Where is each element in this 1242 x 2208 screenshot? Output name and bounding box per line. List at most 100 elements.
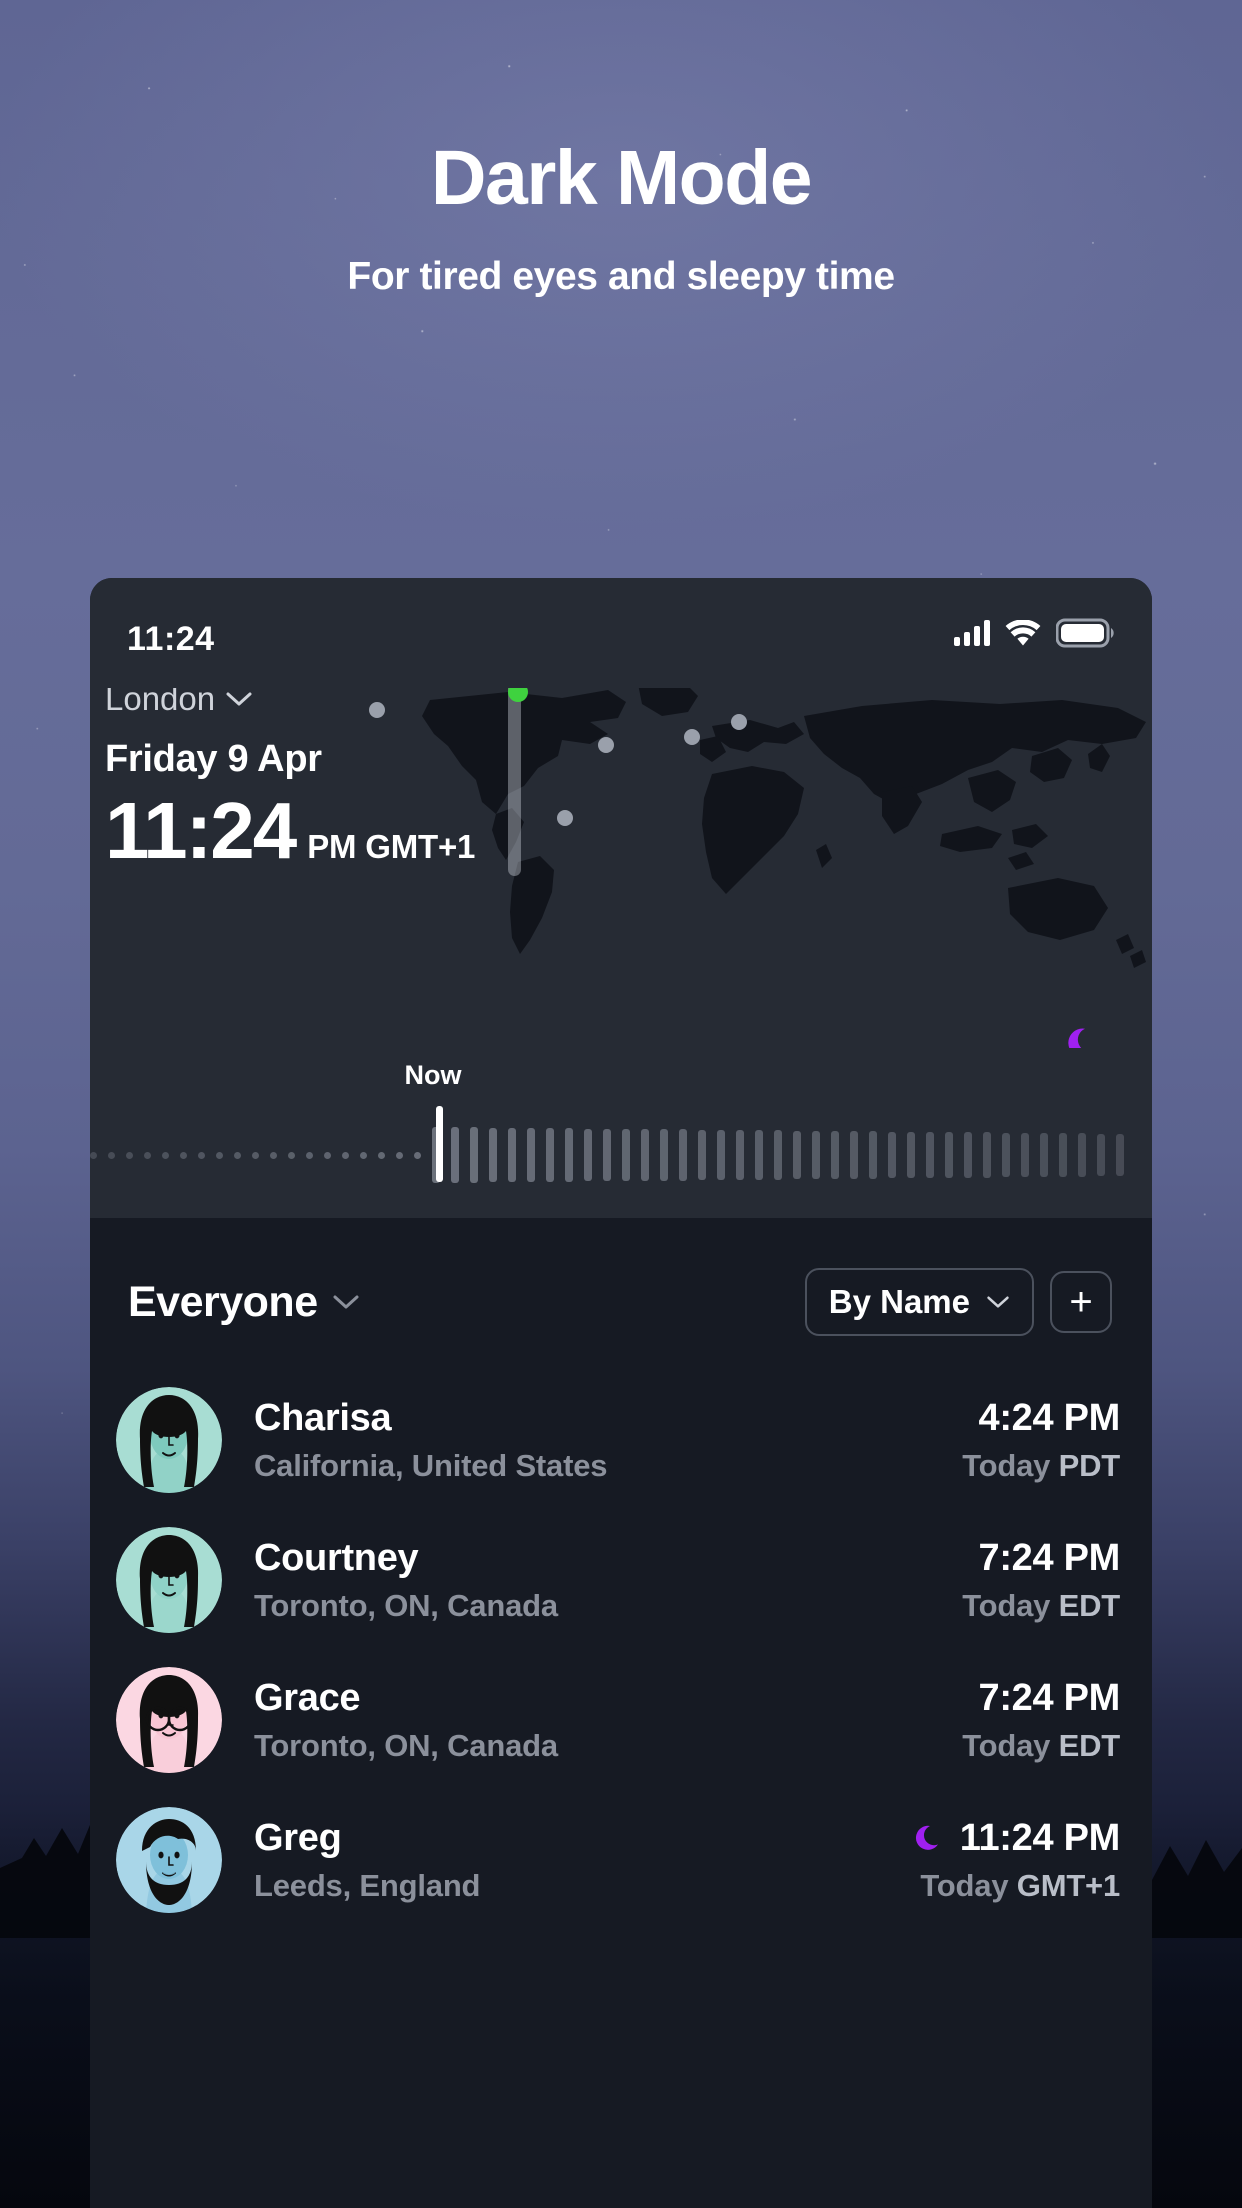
ruler-tick-past: [144, 1151, 151, 1159]
ruler-tick-future: [774, 1130, 782, 1180]
contact-identity: Grace Toronto, ON, Canada: [254, 1677, 962, 1764]
contact-name: Greg: [254, 1816, 342, 1859]
ruler-tick-past: [324, 1151, 331, 1159]
avatar-charisa: [116, 1387, 222, 1493]
beijing-marker[interactable]: [684, 729, 700, 745]
group-label: Everyone: [128, 1277, 318, 1326]
ruler-tick-past: [306, 1151, 313, 1159]
ruler-tick-future: [698, 1129, 706, 1181]
contact-place: Toronto, ON, Canada: [254, 1587, 558, 1623]
status-bar-icons: [954, 618, 1116, 648]
contact-row[interactable]: Courtney Toronto, ON, Canada 7:24 PM Tod…: [90, 1510, 1152, 1650]
contacts-section: Everyone By Name + Charisa California, U…: [90, 1218, 1152, 1930]
time-scrubber[interactable]: Now: [90, 1048, 1152, 1218]
phone-screenshot-card: 11:24 London Friday 9 Apr 11:24 PM GMT+1…: [90, 578, 1152, 2208]
contact-time-line: 4:24 PM: [962, 1397, 1120, 1440]
ruler-tick-past: [252, 1151, 259, 1159]
contact-time-block: 4:24 PM Today PDT: [962, 1397, 1120, 1484]
ruler-tick-future: [926, 1131, 934, 1179]
contact-time-block: 11:24 PM Today GMT+1: [914, 1817, 1120, 1904]
city-selector[interactable]: London: [105, 688, 475, 718]
contact-time-block: 7:24 PM Today EDT: [962, 1537, 1120, 1624]
ruler-tick-future: [660, 1129, 668, 1181]
ruler-tick-future: [603, 1128, 611, 1182]
sort-button[interactable]: By Name: [804, 1268, 1034, 1336]
cape-town-marker[interactable]: [557, 810, 573, 826]
ruler-tick-future: [869, 1131, 877, 1179]
ruler-tick-past: [180, 1151, 187, 1159]
ruler-tick-future: [1059, 1133, 1067, 1177]
ruler-tick-past: [360, 1151, 367, 1159]
status-bar-time: 11:24: [127, 620, 215, 658]
ruler-tick-future: [508, 1127, 516, 1183]
contact-time-line: 7:24 PM: [962, 1677, 1120, 1720]
add-contact-button[interactable]: +: [1050, 1271, 1112, 1333]
ruler-tick-past: [342, 1151, 349, 1159]
ruler-tick-future: [679, 1129, 687, 1181]
local-time: 11:24: [105, 786, 297, 875]
contact-zone: Today EDT: [962, 1727, 1120, 1763]
contact-row[interactable]: Charisa California, United States 4:24 P…: [90, 1370, 1152, 1510]
ruler-tick-past: [216, 1151, 223, 1159]
ruler-tick-future: [489, 1127, 497, 1183]
contact-row[interactable]: Greg Leeds, England 11:24 PM Today GMT+1: [90, 1790, 1152, 1930]
contact-identity: Charisa California, United States: [254, 1397, 962, 1484]
ruler-tick-future: [565, 1128, 573, 1182]
contact-time: 7:24 PM: [978, 1536, 1120, 1579]
ruler-tick-future: [1002, 1132, 1010, 1178]
contact-time: 7:24 PM: [978, 1676, 1120, 1719]
ruler-tick-future: [831, 1130, 839, 1180]
ruler-tick-past: [198, 1151, 205, 1159]
page-title: Dark Mode: [430, 135, 813, 221]
ruler-tick-past: [234, 1151, 241, 1159]
clock-map-panel: London Friday 9 Apr 11:24 PM GMT+1: [90, 688, 1152, 1048]
day-night-terminator-slider[interactable]: [508, 688, 521, 876]
ruler-tick-future: [1040, 1133, 1048, 1177]
ruler-tick-future: [907, 1131, 915, 1179]
ruler-tick-future: [1021, 1132, 1029, 1178]
mumbai-marker[interactable]: [598, 737, 614, 753]
contact-time: 4:24 PM: [978, 1396, 1120, 1439]
hero-text-block: Dark Mode For tired eyes and sleepy time: [0, 140, 1242, 299]
contact-identity: Greg Leeds, England: [254, 1817, 914, 1904]
contact-name: Courtney: [254, 1536, 419, 1579]
ruler-tick-future: [964, 1132, 972, 1178]
contact-identity: Courtney Toronto, ON, Canada: [254, 1537, 962, 1624]
group-selector[interactable]: Everyone: [108, 1278, 360, 1327]
contact-time-line: 7:24 PM: [962, 1537, 1120, 1580]
ruler-tick-past: [162, 1151, 169, 1159]
ruler-tick-past: [396, 1151, 403, 1159]
contact-name: Grace: [254, 1676, 361, 1719]
contact-time-line: 11:24 PM: [914, 1817, 1120, 1860]
contacts-header: Everyone By Name +: [90, 1218, 1152, 1336]
battery-icon: [1056, 618, 1114, 648]
ruler-tick-past: [90, 1151, 97, 1159]
ruler-tick-future: [1078, 1133, 1086, 1177]
ruler-tick-future: [584, 1128, 592, 1182]
ruler-tick-past: [126, 1151, 133, 1159]
city-label: London: [105, 688, 216, 717]
ruler-tick-future: [1097, 1133, 1105, 1177]
ruler-tick-future: [641, 1129, 649, 1181]
ruler-tick-future: [736, 1130, 744, 1180]
ruler-ticks[interactable]: [90, 1120, 1152, 1190]
tokyo-marker[interactable]: [731, 714, 747, 730]
status-bar: 11:24: [90, 578, 1152, 688]
local-time-row: 11:24 PM GMT+1: [105, 787, 475, 875]
contact-time-block: 7:24 PM Today EDT: [962, 1677, 1120, 1764]
ruler-tick-future: [622, 1128, 630, 1182]
contact-place: Toronto, ON, Canada: [254, 1727, 558, 1763]
page-subtitle: For tired eyes and sleepy time: [347, 255, 895, 298]
ruler-tick-future: [1116, 1133, 1124, 1177]
sort-label: By Name: [828, 1283, 970, 1320]
ruler-tick-future: [850, 1131, 858, 1179]
now-indicator[interactable]: [436, 1106, 443, 1182]
signal-bars-icon: [954, 620, 990, 646]
contact-row[interactable]: Grace Toronto, ON, Canada 7:24 PM Today …: [90, 1650, 1152, 1790]
world-map[interactable]: [412, 688, 1152, 982]
contacts-list: Charisa California, United States 4:24 P…: [90, 1370, 1152, 1930]
ruler-tick-future: [451, 1127, 459, 1183]
contact-zone: Today GMT+1: [920, 1867, 1120, 1903]
ruler-tick-past: [270, 1151, 277, 1159]
ruler-tick-past: [378, 1151, 385, 1159]
